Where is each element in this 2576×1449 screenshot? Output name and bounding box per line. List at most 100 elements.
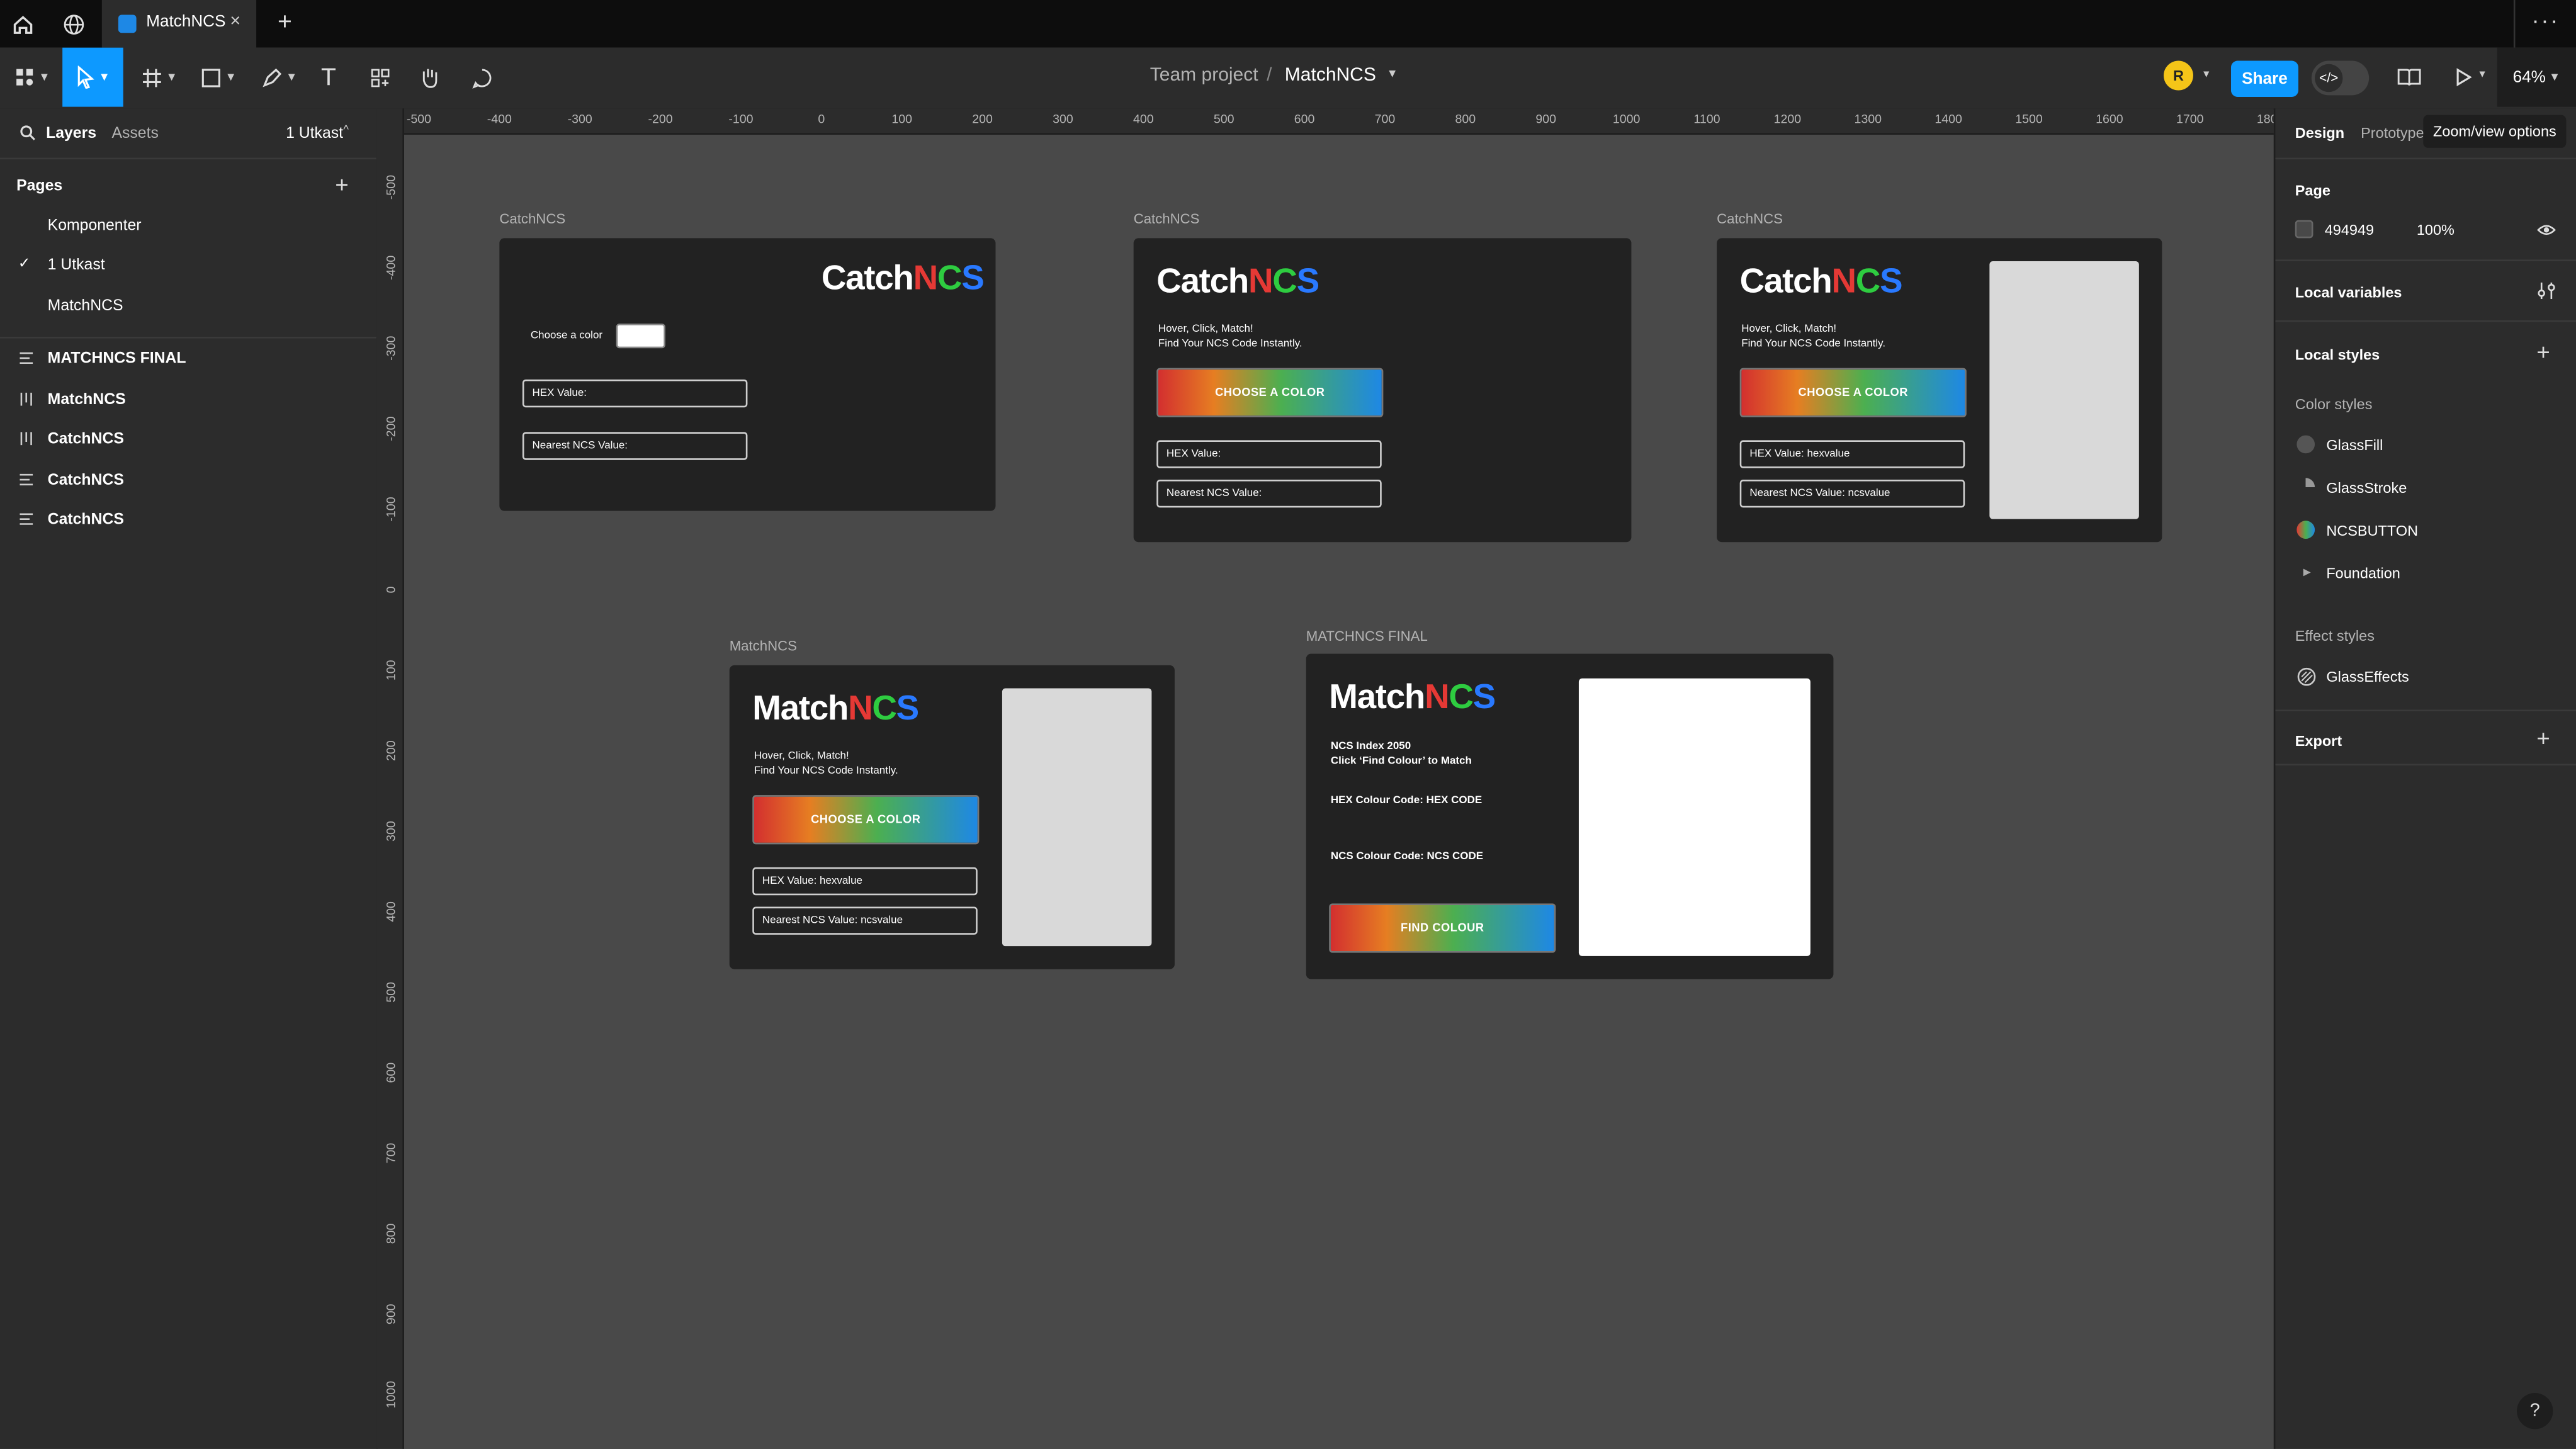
zoom-button[interactable]: 64% ▼ bbox=[2497, 47, 2576, 107]
chevron-down-icon[interactable]: ▼ bbox=[2477, 70, 2487, 81]
hex-value-field[interactable]: HEX Value: bbox=[1156, 440, 1382, 468]
ncs-button-swatch-icon bbox=[2296, 521, 2315, 539]
column-layout-icon bbox=[20, 392, 32, 406]
ruler-vertical: -500 -400 -300 -200 -100 0 100 200 300 400 500 600 7… bbox=[376, 108, 404, 1449]
pages-title: Pages bbox=[16, 177, 63, 196]
ruler-tick: 1800 bbox=[2256, 111, 2274, 127]
page-item[interactable]: Komponenter bbox=[0, 208, 376, 241]
home-icon[interactable] bbox=[10, 11, 37, 38]
local-variables-title[interactable]: Local variables bbox=[2295, 284, 2402, 300]
chevron-down-icon[interactable]: ▼ bbox=[1387, 69, 1398, 81]
page-color-swatch[interactable] bbox=[2295, 220, 2313, 239]
tab-assets[interactable]: Assets bbox=[111, 125, 158, 143]
color-style-item[interactable]: GlassFill bbox=[2275, 432, 2576, 461]
page-selector[interactable]: 1 Utkast bbox=[286, 125, 343, 143]
close-icon[interactable]: × bbox=[230, 11, 240, 31]
tab-layers[interactable]: Layers bbox=[46, 125, 96, 143]
variables-settings-icon[interactable] bbox=[2536, 281, 2556, 300]
comment-icon bbox=[472, 68, 491, 88]
zoom-tooltip: Zoom/view options bbox=[2423, 115, 2567, 148]
hex-value-field[interactable]: HEX Value: bbox=[522, 379, 748, 408]
ruler-tick: 500 bbox=[1213, 111, 1234, 127]
shape-tool-button[interactable]: ▼ bbox=[196, 48, 242, 107]
frame-layout-icon bbox=[20, 473, 33, 486]
frame-matchncs[interactable]: MatchNCS Hover, Click, Match! Find Your N… bbox=[729, 665, 1175, 969]
choose-color-button[interactable]: CHOOSE A COLOR bbox=[1156, 368, 1384, 417]
tab-design[interactable]: Design bbox=[2295, 125, 2344, 141]
text-tool-icon[interactable]: T bbox=[312, 48, 345, 107]
color-style-group[interactable]: ▶ Foundation bbox=[2275, 560, 2576, 590]
add-page-icon[interactable]: + bbox=[335, 171, 348, 197]
add-export-icon[interactable]: + bbox=[2536, 724, 2550, 751]
frame-label[interactable]: MATCHNCS FINAL bbox=[1306, 628, 1428, 644]
layer-item-label: MatchNCS bbox=[47, 391, 126, 409]
frame-matchncs-final[interactable]: MatchNCS NCS Index 2050 Click ‘Find Colou… bbox=[1306, 653, 1834, 979]
ncs-value-field[interactable]: Nearest NCS Value: ncsvalue bbox=[1739, 480, 1965, 508]
page-item[interactable]: ✓ 1 Utkast bbox=[0, 248, 376, 281]
tagline: Hover, Click, Match! Find Your NCS Code I… bbox=[754, 750, 898, 777]
layer-item[interactable]: CatchNCS bbox=[0, 422, 376, 455]
frame-label[interactable]: CatchNCS bbox=[1134, 210, 1200, 227]
effect-style-item[interactable]: GlassEffects bbox=[2275, 663, 2576, 693]
page-opacity-value[interactable]: 100% bbox=[2417, 222, 2455, 238]
more-icon[interactable]: ··· bbox=[2532, 6, 2560, 33]
export-title[interactable]: Export bbox=[2295, 733, 2342, 749]
comment-tool-button[interactable] bbox=[465, 48, 498, 107]
layer-item[interactable]: CatchNCS bbox=[0, 463, 376, 496]
ncs-value-field[interactable]: Nearest NCS Value: bbox=[522, 432, 748, 460]
ncs-value-field[interactable]: Nearest NCS Value: ncsvalue bbox=[752, 906, 978, 935]
color-picker-input[interactable] bbox=[616, 324, 665, 349]
frame-tool-button[interactable]: ▼ bbox=[138, 48, 181, 107]
dev-mode-toggle[interactable]: </> bbox=[2311, 60, 2370, 96]
color-style-item[interactable]: NCSBUTTON bbox=[2275, 517, 2576, 547]
ruler-tick: 400 bbox=[1133, 111, 1154, 127]
find-colour-button[interactable]: FIND COLOUR bbox=[1329, 903, 1556, 953]
share-button[interactable]: Share bbox=[2230, 60, 2298, 97]
hex-value-field[interactable]: HEX Value: hexvalue bbox=[752, 867, 978, 896]
eye-icon[interactable] bbox=[2536, 223, 2556, 237]
ruler-tick: -300 bbox=[567, 111, 592, 127]
hex-value-field[interactable]: HEX Value: hexvalue bbox=[1739, 440, 1965, 468]
present-icon[interactable] bbox=[2455, 67, 2473, 87]
divider bbox=[2275, 709, 2576, 712]
page-color-value[interactable]: 494949 bbox=[2325, 222, 2374, 238]
frame-label[interactable]: MatchNCS bbox=[730, 638, 797, 654]
new-tab-icon[interactable]: + bbox=[278, 8, 292, 36]
frame-catchncs-2[interactable]: CatchNCS Hover, Click, Match! Find Your N… bbox=[1133, 238, 1632, 543]
choose-color-button[interactable]: CHOOSE A COLOR bbox=[1739, 368, 1967, 417]
ruler-tick: 700 bbox=[1374, 111, 1396, 127]
ruler-tick: 1500 bbox=[2015, 111, 2043, 127]
ruler-tick: -300 bbox=[383, 335, 398, 361]
move-tool-button[interactable]: ▼ bbox=[62, 47, 123, 107]
main-menu-button[interactable]: ▼ bbox=[10, 48, 53, 107]
page-item[interactable]: MatchNCS bbox=[0, 289, 376, 322]
add-style-icon[interactable]: + bbox=[2536, 339, 2550, 365]
pen-tool-button[interactable]: ▼ bbox=[256, 48, 302, 107]
layer-item[interactable]: MATCHNCS FINAL bbox=[0, 342, 376, 375]
color-style-item[interactable]: GlassStroke bbox=[2275, 475, 2576, 504]
help-button[interactable]: ? bbox=[2517, 1393, 2553, 1429]
ruler-tick: -500 bbox=[383, 174, 398, 200]
frame-catchncs-1[interactable]: CatchNCS Choose a color HEX Value: Neare… bbox=[499, 238, 996, 511]
hand-tool-button[interactable] bbox=[412, 48, 445, 107]
ruler-tick: 1000 bbox=[1612, 111, 1641, 127]
breadcrumb-file[interactable]: MatchNCS bbox=[1285, 65, 1376, 85]
chevron-up-icon[interactable]: ^ bbox=[343, 125, 349, 136]
tab-matchncs[interactable]: MatchNCS × bbox=[101, 0, 257, 48]
ncs-value-field[interactable]: Nearest NCS Value: bbox=[1156, 480, 1382, 508]
layer-item[interactable]: CatchNCS bbox=[0, 503, 376, 536]
library-icon[interactable] bbox=[2397, 67, 2422, 87]
frame-label[interactable]: CatchNCS bbox=[1717, 210, 1783, 227]
breadcrumb-project[interactable]: Team project bbox=[1150, 65, 1258, 85]
layer-item[interactable]: MatchNCS bbox=[0, 383, 376, 415]
search-icon[interactable] bbox=[20, 125, 36, 141]
chevron-down-icon[interactable]: ▼ bbox=[2201, 70, 2212, 81]
choose-color-button[interactable]: CHOOSE A COLOR bbox=[752, 795, 980, 845]
globe-icon[interactable] bbox=[61, 11, 88, 38]
avatar[interactable]: R bbox=[2163, 60, 2193, 91]
frame-catchncs-3[interactable]: CatchNCS Hover, Click, Match! Find Your N… bbox=[1717, 238, 2162, 543]
logo: MatchNCS bbox=[1329, 678, 1496, 716]
frame-label[interactable]: CatchNCS bbox=[499, 210, 565, 227]
tab-prototype[interactable]: Prototype bbox=[2361, 125, 2424, 141]
resources-button[interactable] bbox=[363, 48, 396, 107]
